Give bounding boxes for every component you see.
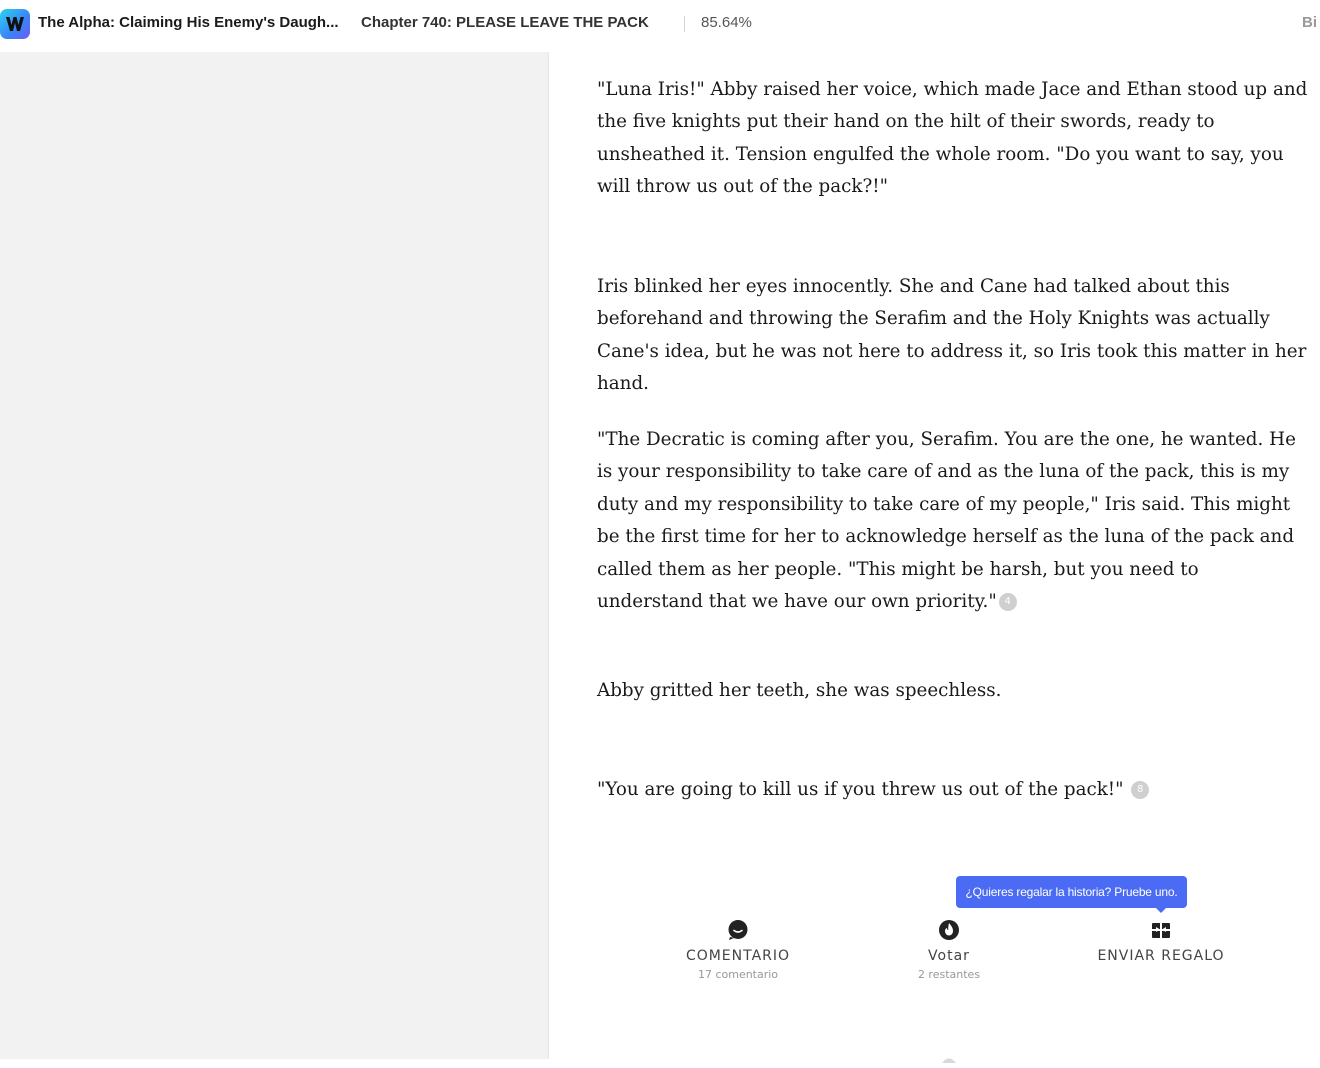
votes-remaining: 2 restantes	[917, 968, 981, 981]
paragraph-text: "You are going to kill us if you threw u…	[597, 779, 1124, 800]
paragraph: Iris blinked her eyes innocently. She an…	[597, 271, 1309, 401]
gift-icon	[1149, 918, 1173, 942]
reading-progress: 85.64%	[701, 14, 752, 31]
paragraph-text: Iris blinked her eyes innocently. She an…	[597, 276, 1307, 395]
comment-button[interactable]: COMENTARIO 17 comentario	[648, 918, 828, 981]
paragraph-comment-count-badge[interactable]: 8	[1131, 781, 1150, 799]
paragraph-comment-count-badge[interactable]: 4	[998, 593, 1017, 612]
chapter-title[interactable]: Chapter 740: PLEASE LEAVE THE PACK	[361, 14, 649, 31]
send-gift-label: ENVIAR REGALO	[1097, 948, 1225, 964]
app-logo-icon[interactable]	[0, 9, 30, 39]
paragraph: Abby gritted her teeth, she was speechle…	[597, 675, 1309, 707]
header-right-button[interactable]: Bi	[1302, 14, 1317, 31]
top-bar: The Alpha: Claiming His Enemy's Daugh...…	[0, 0, 1320, 52]
vote-button[interactable]: Votar 2 restantes	[859, 918, 1039, 981]
header-divider	[684, 16, 685, 32]
paragraph: "You are going to kill us if you threw u…	[597, 774, 1309, 806]
left-side-panel	[0, 52, 549, 1059]
send-gift-button[interactable]: ENVIAR REGALO	[1071, 918, 1251, 964]
flame-icon	[937, 918, 961, 942]
paragraph-text: "Luna Iris!" Abby raised her voice, whic…	[597, 79, 1308, 198]
comment-count: 17 comentario	[697, 968, 779, 981]
paragraph-text: Abby gritted her teeth, she was speechle…	[597, 680, 1002, 701]
tooltip-arrow	[1155, 907, 1167, 913]
paragraph: "The Decratic is coming after you, Seraf…	[597, 424, 1309, 618]
comment-bubble-icon	[726, 918, 750, 942]
gift-tooltip: ¿Quieres regalar la historia? Pruebe uno…	[956, 876, 1187, 908]
partial-icon	[940, 1050, 958, 1063]
comment-label: COMENTARIO	[685, 948, 791, 964]
book-title[interactable]: The Alpha: Claiming His Enemy's Daugh...	[38, 14, 339, 31]
vote-label: Votar	[928, 948, 970, 964]
paragraph-text: "The Decratic is coming after you, Seraf…	[597, 429, 1296, 613]
paragraph: "Luna Iris!" Abby raised her voice, whic…	[597, 74, 1309, 204]
